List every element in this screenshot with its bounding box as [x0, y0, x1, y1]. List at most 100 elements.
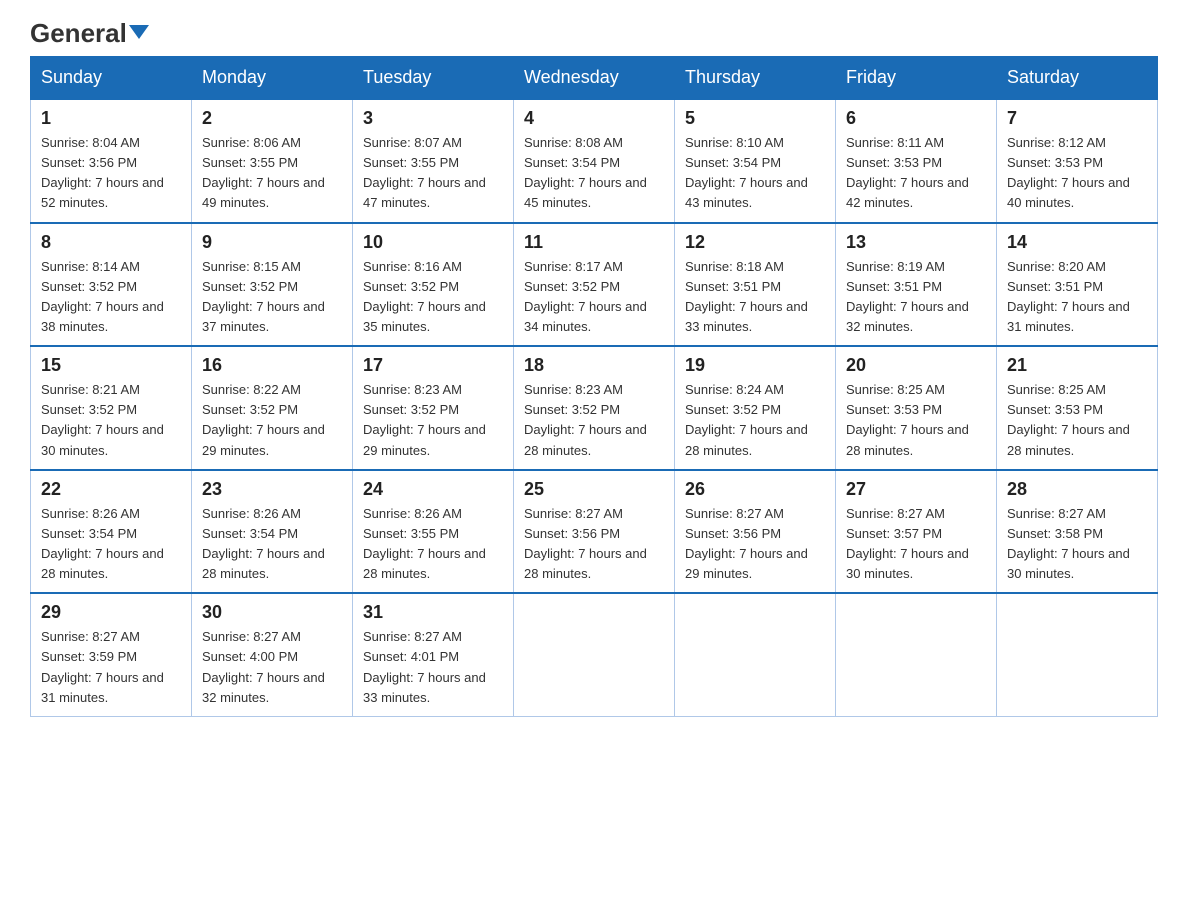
day-number: 8: [41, 232, 181, 253]
day-number: 15: [41, 355, 181, 376]
day-info: Sunrise: 8:16 AMSunset: 3:52 PMDaylight:…: [363, 257, 503, 338]
logo-triangle-icon: [129, 25, 149, 39]
day-number: 12: [685, 232, 825, 253]
day-cell-20: 20 Sunrise: 8:25 AMSunset: 3:53 PMDayligh…: [836, 346, 997, 470]
day-info: Sunrise: 8:07 AMSunset: 3:55 PMDaylight:…: [363, 133, 503, 214]
day-cell-22: 22Sunrise: 8:26 AMSunset: 3:54 PMDayligh…: [31, 470, 192, 594]
day-info: Sunrise: 8:18 AMSunset: 3:51 PMDaylight:…: [685, 257, 825, 338]
week-row-4: 22 Sunrise: 8:26 AMSunset: 3:54 PMDayligh…: [31, 470, 1158, 594]
day-info: Sunrise: 8:11 AMSunset: 3:53 PMDaylight:…: [846, 133, 986, 214]
week-row-3: 15Sunrise: 8:21 AMSunset: 3:52 PMDayligh…: [31, 346, 1158, 470]
day-number: 31: [363, 602, 503, 623]
day-number: 11: [524, 232, 664, 253]
day-info: Sunrise: 8:26 AMSunset: 3:55 PMDaylight:…: [363, 504, 503, 585]
empty-cell: [836, 593, 997, 716]
day-cell-11: 11 Sunrise: 8:17 AMSunset: 3:52 PMDayligh…: [514, 223, 675, 347]
day-info: Sunrise: 8:04 AMSunset: 3:56 PMDaylight:…: [41, 133, 181, 214]
day-info: Sunrise: 8:14 AMSunset: 3:52 PMDaylight:…: [41, 257, 181, 338]
logo: General: [30, 20, 149, 46]
page-header: General: [30, 20, 1158, 46]
day-info: Sunrise: 8:27 AMSunset: 3:57 PMDaylight:…: [846, 504, 986, 585]
day-cell-19: 19 Sunrise: 8:24 AMSunset: 3:52 PMDayligh…: [675, 346, 836, 470]
day-info: Sunrise: 8:26 AMSunset: 3:54 PMDaylight:…: [202, 504, 342, 585]
day-number: 5: [685, 108, 825, 129]
day-cell-12: 12 Sunrise: 8:18 AMSunset: 3:51 PMDayligh…: [675, 223, 836, 347]
day-info: Sunrise: 8:08 AMSunset: 3:54 PMDaylight:…: [524, 133, 664, 214]
day-number: 1: [41, 108, 181, 129]
day-number: 19: [685, 355, 825, 376]
day-number: 22: [41, 479, 181, 500]
day-cell-9: 9 Sunrise: 8:15 AMSunset: 3:52 PMDaylight…: [192, 223, 353, 347]
day-number: 14: [1007, 232, 1147, 253]
day-info: Sunrise: 8:15 AMSunset: 3:52 PMDaylight:…: [202, 257, 342, 338]
calendar-table: SundayMondayTuesdayWednesdayThursdayFrid…: [30, 56, 1158, 717]
day-cell-1: 1 Sunrise: 8:04 AMSunset: 3:56 PMDaylight…: [31, 99, 192, 223]
day-number: 29: [41, 602, 181, 623]
day-cell-8: 8 Sunrise: 8:14 AMSunset: 3:52 PMDaylight…: [31, 223, 192, 347]
header-saturday: Saturday: [997, 57, 1158, 100]
day-cell-24: 24 Sunrise: 8:26 AMSunset: 3:55 PMDayligh…: [353, 470, 514, 594]
day-info: Sunrise: 8:12 AMSunset: 3:53 PMDaylight:…: [1007, 133, 1147, 214]
day-info: Sunrise: 8:06 AMSunset: 3:55 PMDaylight:…: [202, 133, 342, 214]
day-cell-6: 6 Sunrise: 8:11 AMSunset: 3:53 PMDaylight…: [836, 99, 997, 223]
logo-general-text: General: [30, 20, 149, 46]
day-number: 24: [363, 479, 503, 500]
day-cell-27: 27 Sunrise: 8:27 AMSunset: 3:57 PMDayligh…: [836, 470, 997, 594]
day-number: 18: [524, 355, 664, 376]
day-info: Sunrise: 8:10 AMSunset: 3:54 PMDaylight:…: [685, 133, 825, 214]
day-number: 3: [363, 108, 503, 129]
empty-cell: [675, 593, 836, 716]
day-cell-13: 13 Sunrise: 8:19 AMSunset: 3:51 PMDayligh…: [836, 223, 997, 347]
day-cell-10: 10 Sunrise: 8:16 AMSunset: 3:52 PMDayligh…: [353, 223, 514, 347]
header-friday: Friday: [836, 57, 997, 100]
day-number: 27: [846, 479, 986, 500]
day-info: Sunrise: 8:25 AMSunset: 3:53 PMDaylight:…: [1007, 380, 1147, 461]
header-sunday: Sunday: [31, 57, 192, 100]
day-cell-30: 30 Sunrise: 8:27 AMSunset: 4:00 PMDayligh…: [192, 593, 353, 716]
day-number: 25: [524, 479, 664, 500]
day-number: 17: [363, 355, 503, 376]
day-info: Sunrise: 8:27 AMSunset: 3:59 PMDaylight:…: [41, 627, 181, 708]
day-number: 10: [363, 232, 503, 253]
day-cell-25: 25Sunrise: 8:27 AMSunset: 3:56 PMDayligh…: [514, 470, 675, 594]
day-number: 9: [202, 232, 342, 253]
day-info: Sunrise: 8:23 AMSunset: 3:52 PMDaylight:…: [524, 380, 664, 461]
day-number: 23: [202, 479, 342, 500]
calendar-header-row: SundayMondayTuesdayWednesdayThursdayFrid…: [31, 57, 1158, 100]
day-cell-3: 3 Sunrise: 8:07 AMSunset: 3:55 PMDaylight…: [353, 99, 514, 223]
day-number: 6: [846, 108, 986, 129]
week-row-2: 8 Sunrise: 8:14 AMSunset: 3:52 PMDaylight…: [31, 223, 1158, 347]
day-cell-31: 31Sunrise: 8:27 AMSunset: 4:01 PMDayligh…: [353, 593, 514, 716]
day-info: Sunrise: 8:22 AMSunset: 3:52 PMDaylight:…: [202, 380, 342, 461]
day-cell-28: 28Sunrise: 8:27 AMSunset: 3:58 PMDayligh…: [997, 470, 1158, 594]
week-row-5: 29 Sunrise: 8:27 AMSunset: 3:59 PMDayligh…: [31, 593, 1158, 716]
day-number: 13: [846, 232, 986, 253]
day-cell-23: 23 Sunrise: 8:26 AMSunset: 3:54 PMDayligh…: [192, 470, 353, 594]
day-cell-7: 7Sunrise: 8:12 AMSunset: 3:53 PMDaylight…: [997, 99, 1158, 223]
day-info: Sunrise: 8:27 AMSunset: 4:00 PMDaylight:…: [202, 627, 342, 708]
day-number: 30: [202, 602, 342, 623]
week-row-1: 1 Sunrise: 8:04 AMSunset: 3:56 PMDaylight…: [31, 99, 1158, 223]
day-cell-21: 21 Sunrise: 8:25 AMSunset: 3:53 PMDayligh…: [997, 346, 1158, 470]
day-cell-16: 16Sunrise: 8:22 AMSunset: 3:52 PMDayligh…: [192, 346, 353, 470]
day-info: Sunrise: 8:25 AMSunset: 3:53 PMDaylight:…: [846, 380, 986, 461]
header-monday: Monday: [192, 57, 353, 100]
day-number: 20: [846, 355, 986, 376]
day-info: Sunrise: 8:24 AMSunset: 3:52 PMDaylight:…: [685, 380, 825, 461]
day-info: Sunrise: 8:17 AMSunset: 3:52 PMDaylight:…: [524, 257, 664, 338]
header-thursday: Thursday: [675, 57, 836, 100]
day-cell-15: 15Sunrise: 8:21 AMSunset: 3:52 PMDayligh…: [31, 346, 192, 470]
day-cell-5: 5 Sunrise: 8:10 AMSunset: 3:54 PMDaylight…: [675, 99, 836, 223]
empty-cell: [997, 593, 1158, 716]
day-cell-2: 2Sunrise: 8:06 AMSunset: 3:55 PMDaylight…: [192, 99, 353, 223]
day-info: Sunrise: 8:27 AMSunset: 3:56 PMDaylight:…: [685, 504, 825, 585]
day-info: Sunrise: 8:19 AMSunset: 3:51 PMDaylight:…: [846, 257, 986, 338]
day-number: 4: [524, 108, 664, 129]
day-cell-17: 17 Sunrise: 8:23 AMSunset: 3:52 PMDayligh…: [353, 346, 514, 470]
day-info: Sunrise: 8:20 AMSunset: 3:51 PMDaylight:…: [1007, 257, 1147, 338]
day-number: 26: [685, 479, 825, 500]
day-number: 21: [1007, 355, 1147, 376]
day-info: Sunrise: 8:27 AMSunset: 3:58 PMDaylight:…: [1007, 504, 1147, 585]
day-info: Sunrise: 8:23 AMSunset: 3:52 PMDaylight:…: [363, 380, 503, 461]
day-cell-4: 4 Sunrise: 8:08 AMSunset: 3:54 PMDaylight…: [514, 99, 675, 223]
